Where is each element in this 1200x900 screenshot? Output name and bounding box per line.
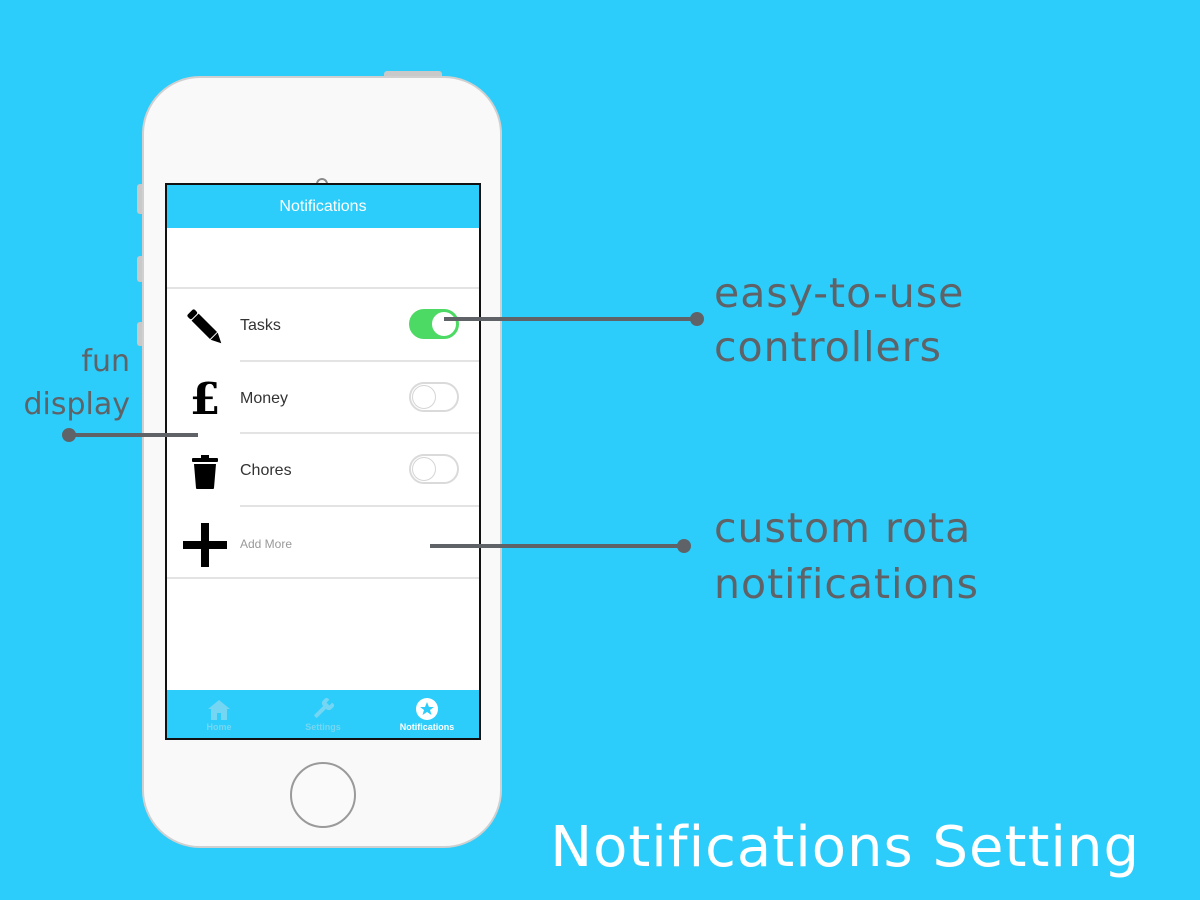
toggle-knob xyxy=(412,457,436,481)
money-toggle[interactable] xyxy=(409,382,459,412)
tab-settings[interactable]: Settings xyxy=(271,690,375,738)
rota-callout-dot xyxy=(677,539,691,553)
wrench-icon xyxy=(314,698,334,718)
callout-line: fun xyxy=(81,344,130,379)
callout-line: notifications xyxy=(714,560,979,608)
tab-home[interactable]: Home xyxy=(167,690,271,738)
list-item-chores: Chores xyxy=(167,434,479,507)
row-label: Tasks xyxy=(240,316,281,334)
tab-label: Settings xyxy=(305,722,341,732)
trash-icon xyxy=(181,448,229,496)
plus-icon xyxy=(181,521,229,569)
home-button[interactable] xyxy=(290,762,356,828)
callout-line: easy-to-use xyxy=(714,269,965,317)
pound-icon: £ xyxy=(181,376,229,424)
toggle-knob xyxy=(432,312,456,336)
page-title: Notifications Setting xyxy=(550,815,1140,880)
tasks-toggle[interactable] xyxy=(409,309,459,339)
star-icon xyxy=(416,698,438,720)
callout-line: custom rota xyxy=(714,504,972,552)
callout-line: controllers xyxy=(714,323,942,371)
fun-callout: fun display xyxy=(14,340,130,426)
tab-notifications[interactable]: Notifications xyxy=(375,690,479,738)
phone-screen: Notifications Tasks £ Money Chores Add M… xyxy=(165,183,481,740)
list-item-tasks: Tasks xyxy=(167,289,479,362)
toggle-knob xyxy=(412,385,436,409)
nav-title: Notifications xyxy=(279,197,367,215)
chores-toggle[interactable] xyxy=(409,454,459,484)
controllers-callout-line xyxy=(444,317,698,321)
list-item-money: £ Money xyxy=(167,362,479,435)
add-more-label: Add More xyxy=(240,536,293,551)
home-icon xyxy=(208,700,230,720)
row-label: Money xyxy=(240,389,289,407)
rota-callout-line xyxy=(430,544,686,548)
callout-line: display xyxy=(23,387,130,422)
fun-callout-line xyxy=(68,433,198,437)
controllers-callout: easy-to-use controllers xyxy=(714,266,964,374)
tab-label: Home xyxy=(206,722,232,732)
nav-bar: Notifications xyxy=(167,185,479,228)
pencil-icon xyxy=(181,303,229,351)
rota-callout: custom rota notifications xyxy=(714,500,979,612)
pound-glyph: £ xyxy=(189,374,221,425)
controllers-callout-dot xyxy=(690,312,704,326)
tab-bar: Home Settings Notifications xyxy=(167,690,479,738)
tab-label: Notifications xyxy=(399,722,455,732)
fun-callout-dot xyxy=(62,428,76,442)
row-label: Chores xyxy=(240,461,292,479)
